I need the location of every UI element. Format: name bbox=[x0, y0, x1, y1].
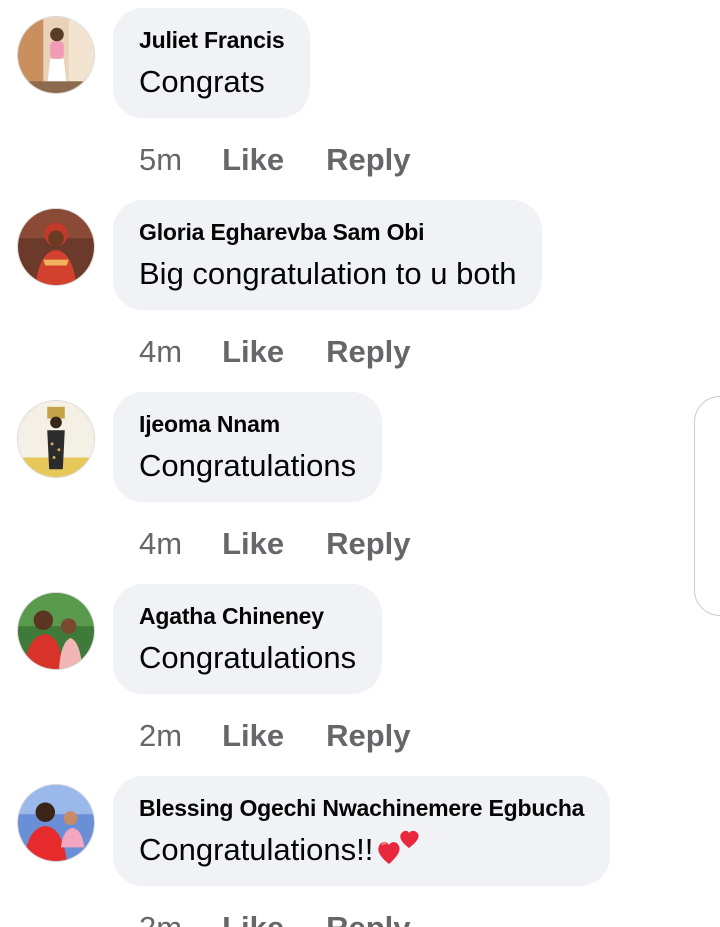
comment-text: Big congratulation to u both bbox=[139, 256, 517, 291]
comment-actions: 5m Like Reply bbox=[139, 138, 411, 182]
comment-text: Congrats bbox=[139, 64, 265, 99]
reply-button[interactable]: Reply bbox=[326, 334, 410, 370]
comment-bubble: Gloria Egharevba Sam Obi Big congratulat… bbox=[113, 200, 543, 310]
avatar-photo bbox=[18, 785, 94, 861]
comment-author[interactable]: Agatha Chineney bbox=[139, 602, 356, 630]
avatar[interactable] bbox=[17, 784, 95, 862]
comment-actions: 2m Like Reply bbox=[139, 906, 411, 927]
like-button[interactable]: Like bbox=[222, 910, 284, 927]
avatar[interactable] bbox=[17, 592, 95, 670]
comment: Agatha Chineney Congratulations 2m Like … bbox=[0, 584, 720, 776]
comment-author[interactable]: Gloria Egharevba Sam Obi bbox=[139, 218, 516, 246]
like-button[interactable]: Like bbox=[222, 526, 284, 562]
comment: Blessing Ogechi Nwachinemere Egbucha Con… bbox=[0, 776, 720, 927]
comment-time[interactable]: 4m bbox=[139, 334, 182, 370]
comment-bubble: Agatha Chineney Congratulations bbox=[113, 584, 383, 694]
comment-text: Congratulations bbox=[139, 640, 357, 675]
comment-author[interactable]: Blessing Ogechi Nwachinemere Egbucha bbox=[139, 794, 584, 822]
comment-time[interactable]: 2m bbox=[139, 718, 182, 754]
avatar[interactable] bbox=[17, 208, 95, 286]
avatar[interactable] bbox=[17, 16, 95, 94]
comment-time[interactable]: 4m bbox=[139, 526, 182, 562]
reply-button[interactable]: Reply bbox=[326, 526, 410, 562]
avatar-photo bbox=[18, 17, 94, 93]
comment: Juliet Francis Congrats 5m Like Reply bbox=[0, 8, 720, 200]
comment-author[interactable]: Juliet Francis bbox=[139, 26, 285, 54]
comment-actions: 2m Like Reply bbox=[139, 714, 411, 758]
comment: Gloria Egharevba Sam Obi Big congratulat… bbox=[0, 200, 720, 392]
comment: Ijeoma Nnam Congratulations 4m Like Repl… bbox=[0, 392, 720, 584]
like-button[interactable]: Like bbox=[222, 334, 284, 370]
comment-feed: Juliet Francis Congrats 5m Like Reply Gl… bbox=[0, 0, 720, 927]
comment-text: Congratulations!! bbox=[139, 830, 584, 872]
comment-author[interactable]: Ijeoma Nnam bbox=[139, 410, 356, 438]
side-panel-edge[interactable] bbox=[694, 396, 720, 616]
comment-text: Congratulations bbox=[139, 448, 357, 483]
avatar-photo bbox=[18, 209, 94, 285]
reply-button[interactable]: Reply bbox=[326, 142, 410, 178]
comment-bubble: Juliet Francis Congrats bbox=[113, 8, 311, 118]
comment-actions: 4m Like Reply bbox=[139, 330, 411, 374]
avatar-photo bbox=[18, 401, 94, 477]
comment-bubble: Ijeoma Nnam Congratulations bbox=[113, 392, 383, 502]
reply-button[interactable]: Reply bbox=[326, 718, 410, 754]
comment-text-content: Congratulations!! bbox=[139, 832, 374, 867]
comment-time[interactable]: 5m bbox=[139, 142, 182, 178]
comment-time[interactable]: 2m bbox=[139, 910, 182, 927]
like-button[interactable]: Like bbox=[222, 718, 284, 754]
avatar[interactable] bbox=[17, 400, 95, 478]
comment-bubble: Blessing Ogechi Nwachinemere Egbucha Con… bbox=[113, 776, 611, 886]
avatar-photo bbox=[18, 593, 94, 669]
like-button[interactable]: Like bbox=[222, 142, 284, 178]
comment-actions: 4m Like Reply bbox=[139, 522, 411, 566]
two-hearts-icon bbox=[377, 826, 421, 866]
reply-button[interactable]: Reply bbox=[326, 910, 410, 927]
